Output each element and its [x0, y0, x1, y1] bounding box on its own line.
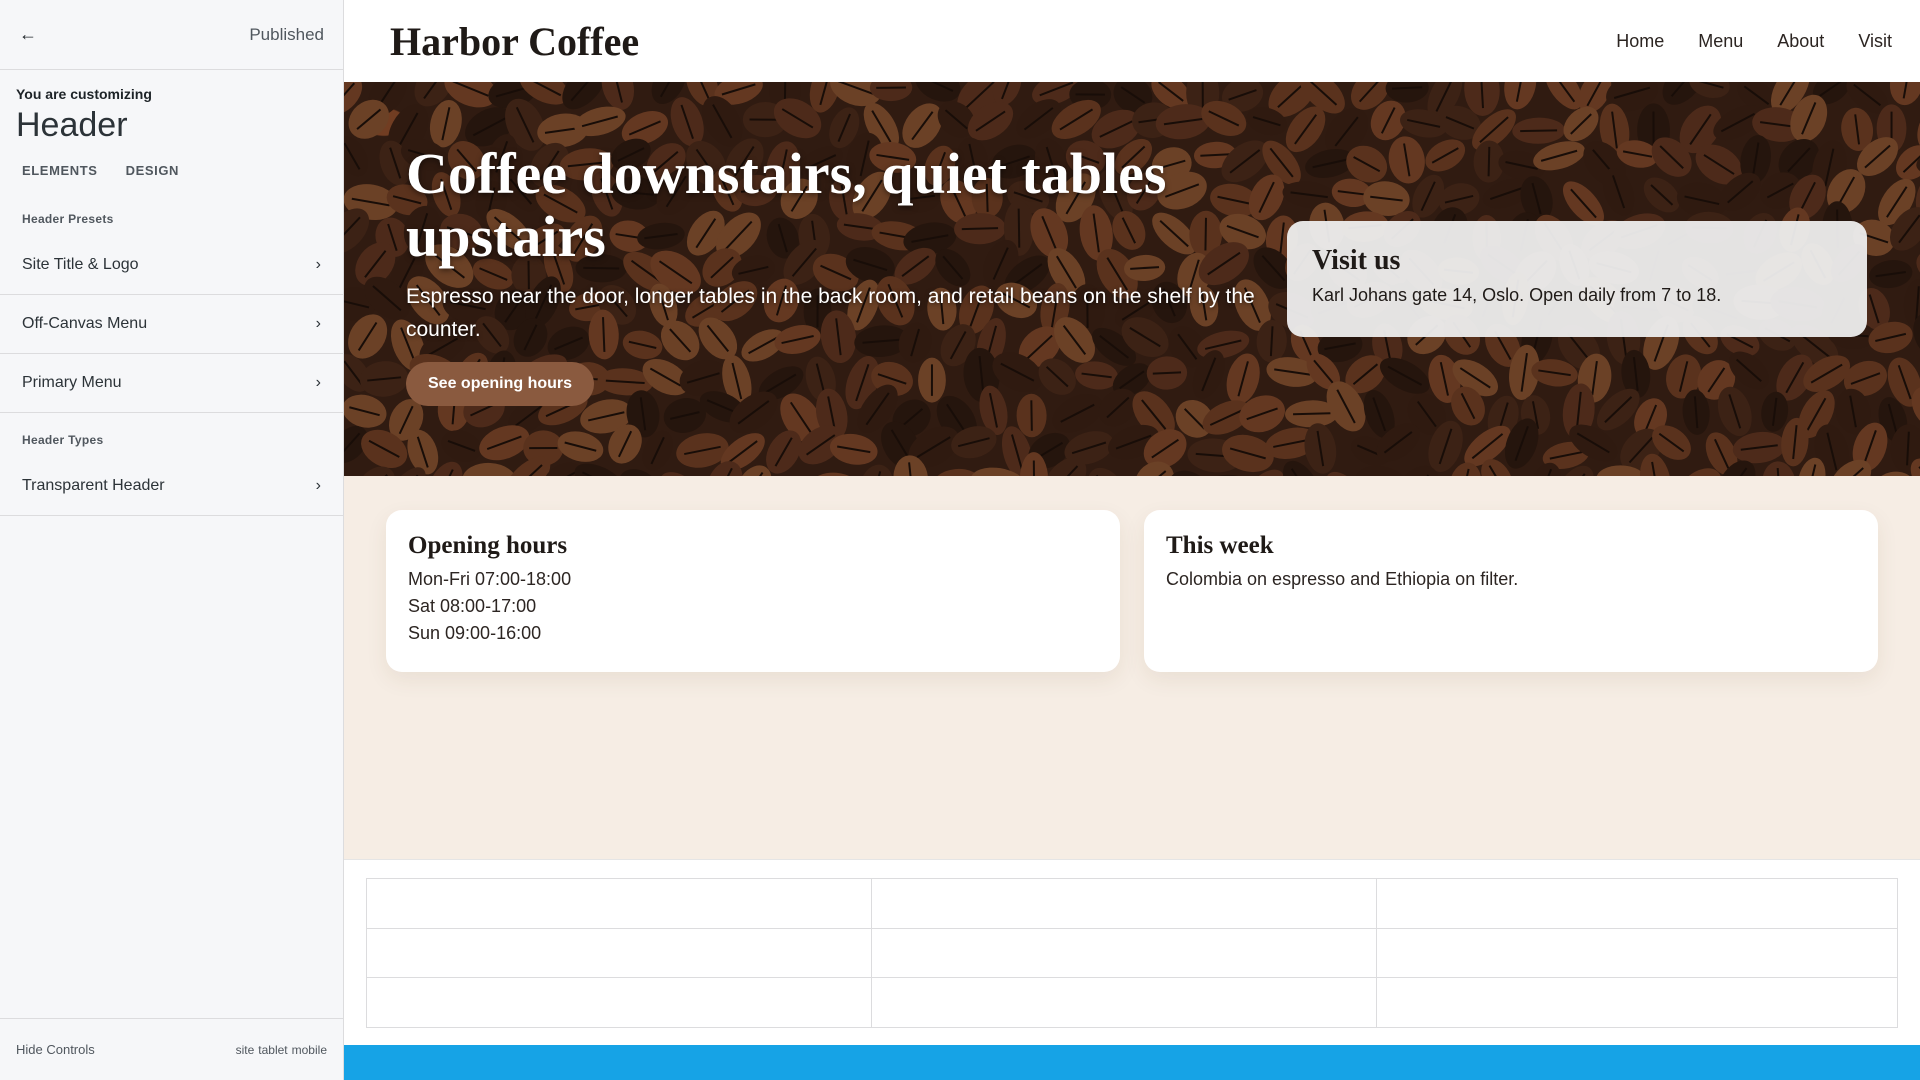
hero-text: Espresso near the door, longer tables in…: [406, 285, 1255, 341]
nav-link-visit[interactable]: Visit: [1858, 31, 1892, 52]
nav-link-about[interactable]: About: [1777, 31, 1824, 52]
table-cell: [366, 927, 872, 979]
table-cell: [1376, 927, 1898, 979]
chevron-right-icon: ›: [315, 477, 321, 494]
table-row: [366, 878, 1898, 929]
hero-content: Coffee downstairs, quiet tables upstairs…: [406, 142, 1286, 406]
chevron-right-icon: ›: [315, 374, 321, 391]
customizing-label: You are customizing: [16, 86, 152, 102]
panel-tabs: ELEMENTS DESIGN: [0, 145, 343, 178]
table-cell: [366, 878, 872, 929]
hide-controls-button[interactable]: Hide Controls: [16, 1042, 95, 1057]
info-section: Opening hours Mon-Fri 07:00-18:00 Sat 08…: [344, 476, 1920, 859]
visit-us-text: Karl Johans gate 14, Oslo. Open daily fr…: [1312, 285, 1722, 305]
tab-elements[interactable]: ELEMENTS: [22, 163, 98, 178]
this-week-text: Colombia on espresso and Ethiopia on fil…: [1166, 569, 1519, 589]
bottom-bar: [344, 1045, 1920, 1080]
sidebar-item-off-canvas-menu[interactable]: Off-Canvas Menu ›: [0, 295, 343, 354]
customizer-app: ← Published You are customizing Header E…: [0, 0, 1920, 1080]
hero-title: Coffee downstairs, quiet tables upstairs: [406, 141, 1167, 269]
opening-hours-line: Sun 09:00-16:00: [408, 623, 542, 643]
table-cell: [1376, 878, 1898, 929]
chevron-right-icon: ›: [315, 256, 321, 273]
opening-hours-line: Sat 08:00-17:00: [408, 596, 537, 616]
table-cell: [1376, 977, 1898, 1028]
site-title[interactable]: Harbor Coffee: [390, 18, 639, 65]
opening-hours-list: Mon-Fri 07:00-18:00 Sat 08:00-17:00 Sun …: [408, 566, 1098, 647]
visit-us-title: Visit us: [1312, 245, 1401, 276]
sidebar-item-label: Primary Menu: [22, 374, 122, 391]
sidebar-top-bar: ← Published: [0, 0, 343, 70]
nav-link-home[interactable]: Home: [1616, 31, 1664, 52]
table-cell: [871, 927, 1377, 979]
opening-hours-line: Mon-Fri 07:00-18:00: [408, 569, 572, 589]
opening-hours-card: Opening hours Mon-Fri 07:00-18:00 Sat 08…: [386, 510, 1120, 672]
sidebar-item-primary-menu[interactable]: Primary Menu ›: [0, 354, 343, 413]
publish-status[interactable]: Published: [249, 25, 324, 45]
sidebar-footer: Hide Controls site tablet mobile: [0, 1018, 343, 1080]
empty-grid-section: [344, 859, 1920, 1045]
tab-design[interactable]: DESIGN: [126, 163, 179, 178]
device-tablet-button[interactable]: tablet: [258, 1043, 287, 1057]
sidebar-item-label: Off-Canvas Menu: [22, 315, 148, 332]
this-week-text-wrap: Colombia on espresso and Ethiopia on fil…: [1166, 566, 1856, 593]
table-cell: [366, 977, 872, 1028]
this-week-title: This week: [1166, 532, 1274, 559]
customizer-sidebar: ← Published You are customizing Header E…: [0, 0, 344, 1080]
section-title-header-types: Header Types: [22, 433, 104, 447]
table-row: [366, 977, 1898, 1028]
device-site-button[interactable]: site: [236, 1043, 255, 1057]
hero-section: Coffee downstairs, quiet tables upstairs…: [344, 82, 1920, 476]
chevron-right-icon: ›: [315, 315, 321, 332]
panel-title: Header: [16, 106, 128, 144]
nav-link-menu[interactable]: Menu: [1698, 31, 1743, 52]
sidebar-item-site-title-logo[interactable]: Site Title & Logo ›: [0, 236, 343, 295]
site-preview: Harbor Coffee Home Menu About Visit Coff…: [344, 0, 1920, 1080]
table-cell: [871, 977, 1377, 1028]
device-switcher: site tablet mobile: [236, 1043, 327, 1057]
sidebar-item-label: Transparent Header: [22, 477, 165, 494]
section-title-header-presets: Header Presets: [22, 212, 114, 226]
primary-menu: Home Menu About Visit: [1616, 31, 1892, 52]
empty-table: [366, 878, 1898, 1028]
this-week-card: This week Colombia on espresso and Ethio…: [1144, 510, 1878, 672]
customizing-info: You are customizing Header: [0, 70, 343, 145]
device-mobile-button[interactable]: mobile: [292, 1043, 327, 1057]
sidebar-item-label: Site Title & Logo: [22, 256, 139, 273]
site-header: Harbor Coffee Home Menu About Visit: [344, 0, 1920, 82]
opening-hours-title: Opening hours: [408, 532, 568, 559]
table-row: [366, 927, 1898, 979]
see-opening-hours-button[interactable]: See opening hours: [406, 362, 595, 406]
visit-us-card: Visit us Karl Johans gate 14, Oslo. Open…: [1287, 221, 1867, 337]
table-cell: [871, 878, 1377, 929]
back-arrow-icon[interactable]: ←: [19, 23, 43, 47]
sidebar-item-transparent-header[interactable]: Transparent Header ›: [0, 457, 343, 516]
